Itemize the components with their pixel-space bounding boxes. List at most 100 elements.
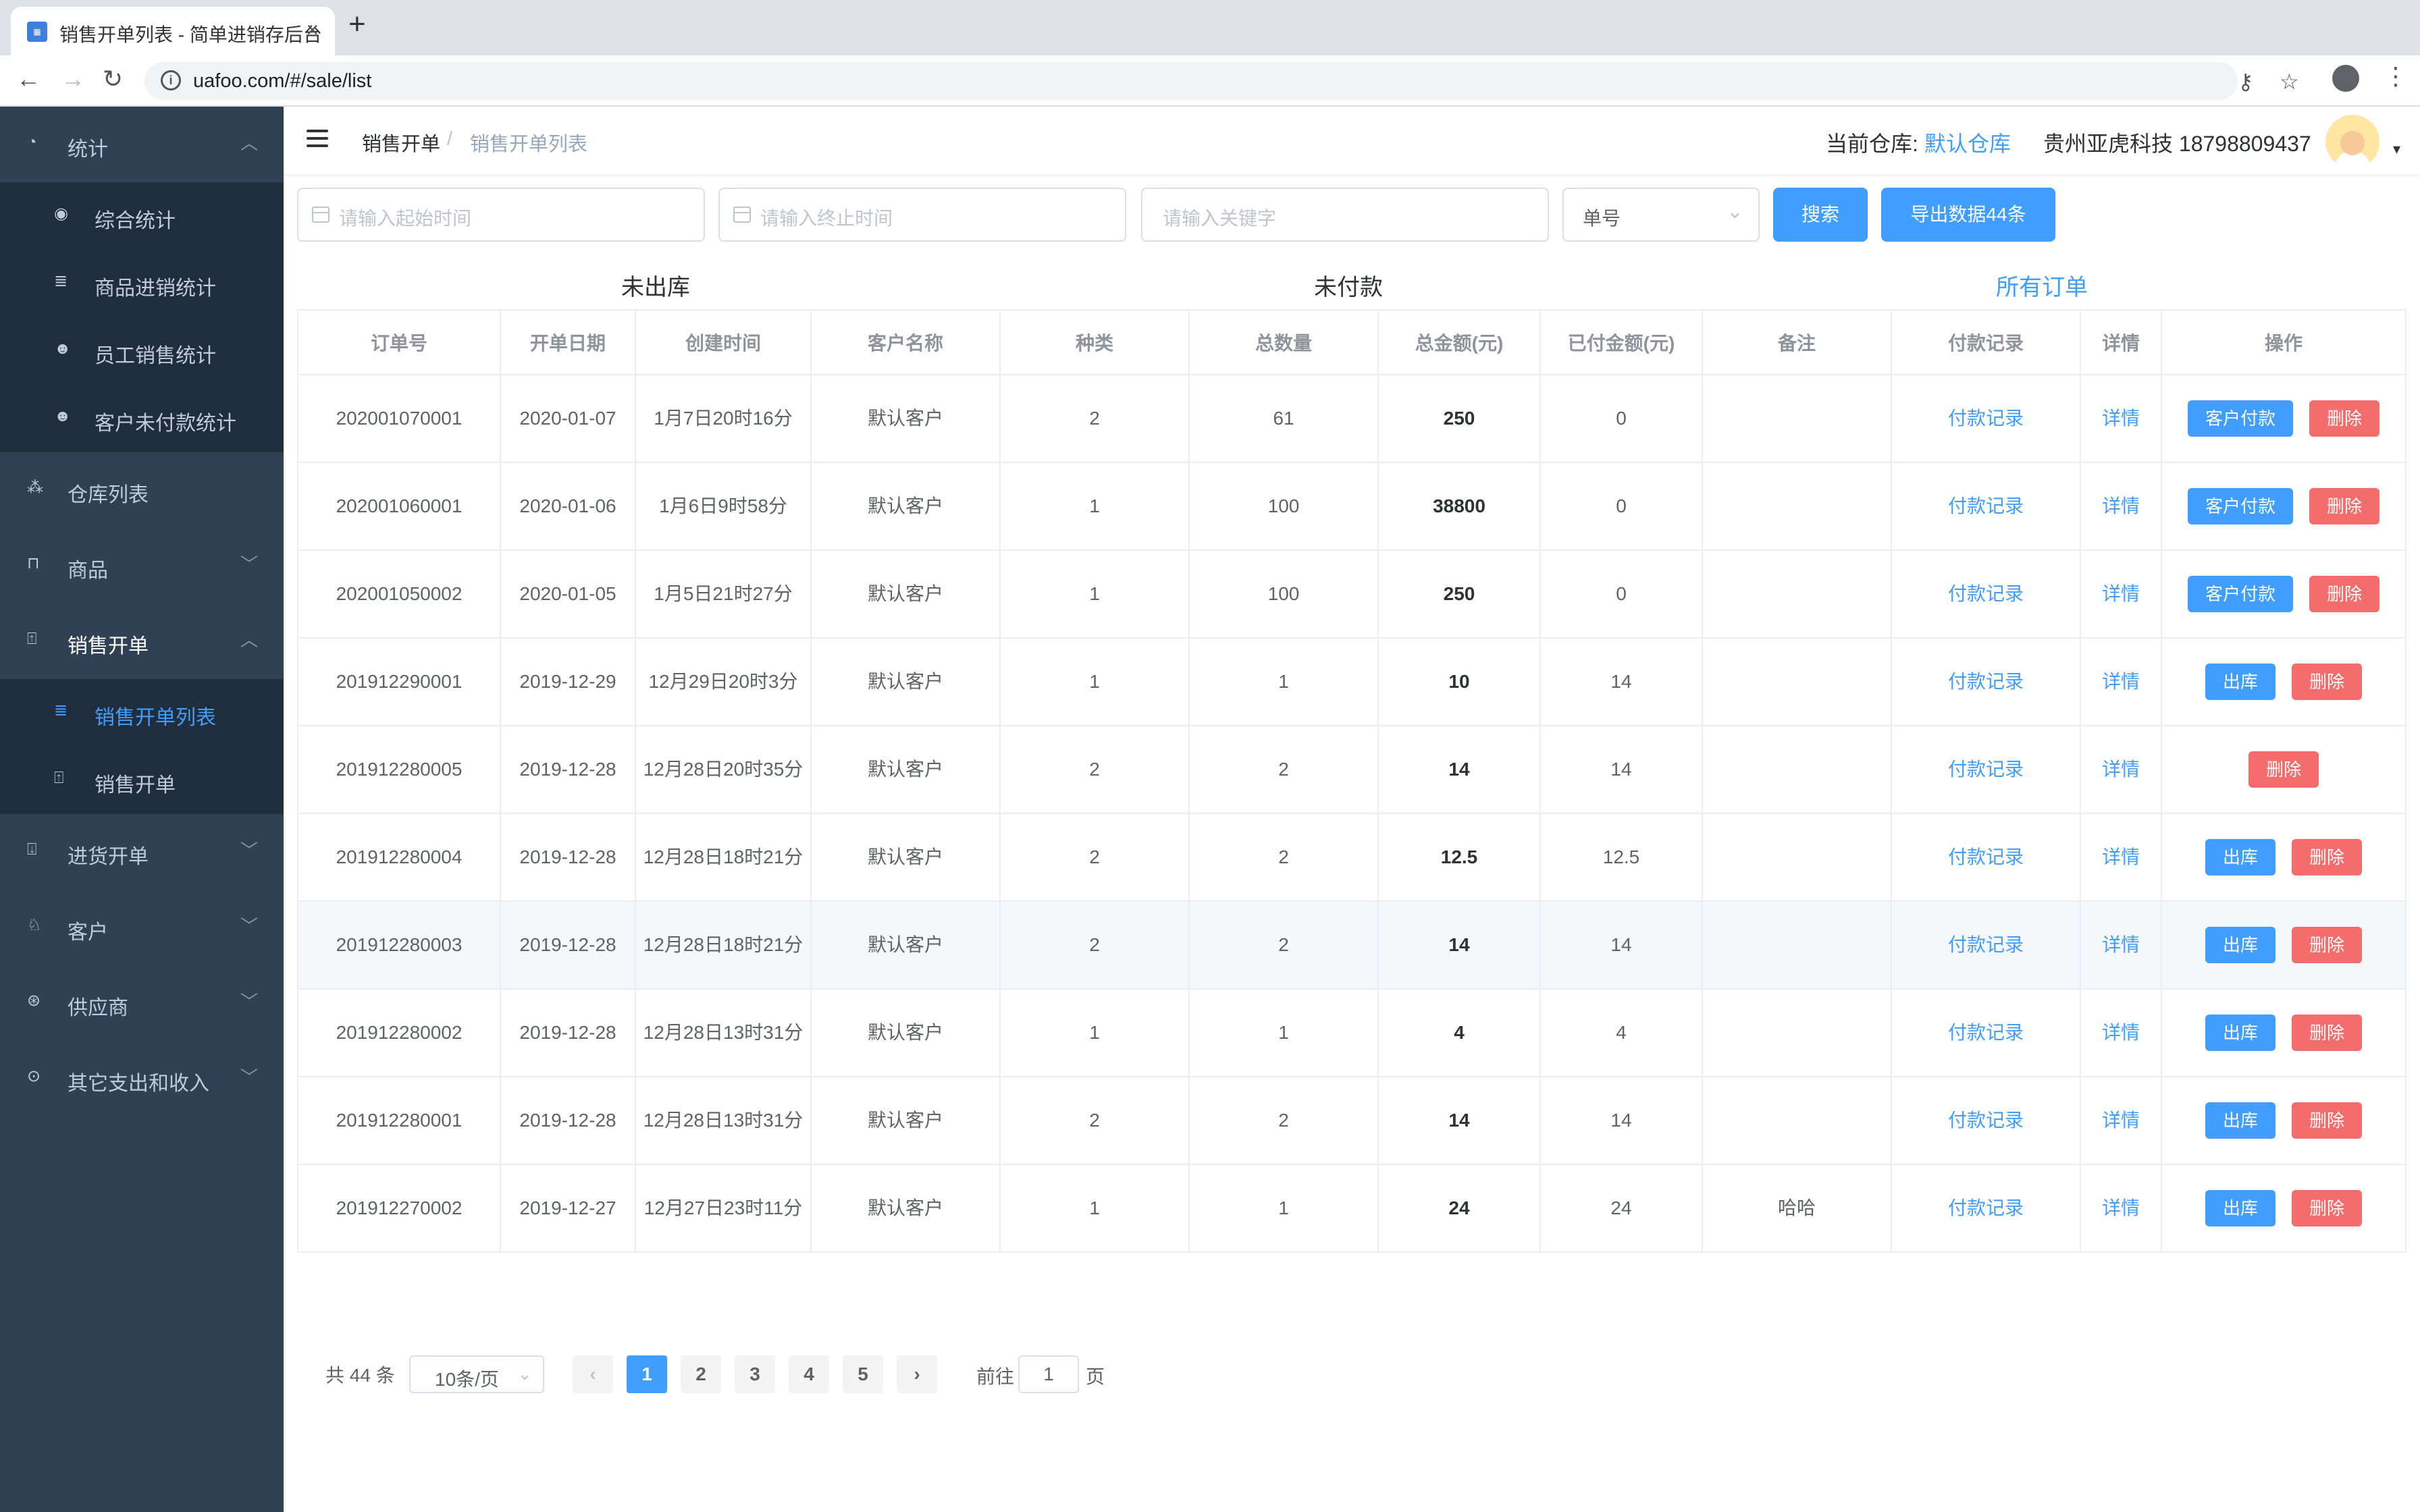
account-icon[interactable] — [2332, 65, 2359, 92]
customer-pay-button[interactable]: 客户付款 — [2187, 576, 2293, 612]
pay-records-link[interactable]: 付款记录 — [1948, 846, 2024, 867]
cell-detail: 详情 — [2080, 1076, 2162, 1165]
warehouse-link[interactable]: 默认仓库 — [1924, 127, 2011, 158]
delete-button[interactable]: 删除 — [2292, 664, 2363, 700]
export-button[interactable]: 导出数据44条 — [1881, 188, 2055, 242]
search-button[interactable]: 搜索 — [1773, 188, 1868, 242]
cell-qty: 2 — [1188, 813, 1379, 902]
start-date-input[interactable]: 请输入起始时间 — [297, 188, 705, 242]
new-tab-icon[interactable]: + — [348, 9, 366, 39]
detail-link[interactable]: 详情 — [2102, 671, 2140, 692]
info-icon[interactable]: i — [161, 70, 181, 90]
avatar[interactable] — [2325, 115, 2379, 169]
breadcrumb-sales[interactable]: 销售开单 — [362, 128, 440, 157]
pay-records-link[interactable]: 付款记录 — [1948, 934, 2024, 955]
page-5[interactable]: 5 — [843, 1355, 883, 1393]
delete-button[interactable]: 删除 — [2292, 927, 2363, 963]
cell-actions: 出库 删除 — [2161, 637, 2406, 726]
forward-icon[interactable]: → — [61, 65, 85, 93]
sidebar-item-warehouses[interactable]: ⁂ 仓库列表 — [0, 452, 284, 528]
pay-records-link[interactable]: 付款记录 — [1948, 1022, 2024, 1043]
delete-button[interactable]: 删除 — [2309, 488, 2380, 524]
close-tab-icon[interactable]: × — [306, 18, 319, 43]
reload-icon[interactable]: ↻ — [103, 65, 123, 93]
star-icon[interactable]: ☆ — [2280, 69, 2299, 94]
detail-link[interactable]: 详情 — [2102, 934, 2140, 955]
page-2[interactable]: 2 — [681, 1355, 721, 1393]
detail-link[interactable]: 详情 — [2102, 1110, 2140, 1131]
ship-button[interactable]: 出库 — [2205, 839, 2276, 875]
chevron-down-icon: ﹀ — [240, 840, 259, 861]
customer-pay-button[interactable]: 客户付款 — [2187, 400, 2293, 437]
ship-button[interactable]: 出库 — [2205, 1015, 2276, 1051]
sidebar-item-sales[interactable]: ⍐ 销售开单 ︿ — [0, 603, 284, 679]
sidebar-item-customers[interactable]: ♘ 客户 ﹀ — [0, 890, 284, 965]
cell-order-id: 201912280004 — [297, 813, 501, 902]
delete-button[interactable]: 删除 — [2309, 400, 2380, 437]
ship-button[interactable]: 出库 — [2205, 1102, 2276, 1139]
cell-created: 12月29日20时3分 — [635, 637, 812, 726]
delete-button[interactable]: 删除 — [2292, 1102, 2363, 1139]
cell-customer: 默认客户 — [810, 725, 1001, 814]
end-date-input[interactable]: 请输入终止时间 — [718, 188, 1126, 242]
page-4[interactable]: 4 — [789, 1355, 829, 1393]
cell-total: 250 — [1377, 374, 1541, 463]
ship-button[interactable]: 出库 — [2205, 927, 2276, 963]
pay-records-link[interactable]: 付款记录 — [1948, 1110, 2024, 1131]
url-field[interactable]: i uafoo.com/#/sale/list ⚷ ☆ — [144, 62, 2299, 100]
search-field-select[interactable]: 单号 ⌄ — [1562, 188, 1760, 242]
delete-button[interactable]: 删除 — [2309, 576, 2380, 612]
ship-button[interactable]: 出库 — [2205, 664, 2276, 700]
ship-button[interactable]: 出库 — [2205, 1190, 2276, 1226]
sidebar-item-stats[interactable]: ◔ 统计 ︿ — [0, 107, 284, 182]
tab-not-shipped[interactable]: 未出库 — [621, 269, 690, 302]
delete-button[interactable]: 删除 — [2292, 839, 2363, 875]
pay-records-link[interactable]: 付款记录 — [1948, 583, 2024, 604]
detail-link[interactable]: 详情 — [2102, 759, 2140, 780]
keyword-input[interactable]: 请输入关键字 — [1141, 188, 1549, 242]
page-size-select[interactable]: 10条/页 ⌄ — [409, 1355, 544, 1393]
sidebar-item-products[interactable]: ⊓ 商品 ﹀ — [0, 528, 284, 603]
sidebar-item-staff-stats[interactable]: ☻ 员工销售统计 — [0, 317, 284, 385]
pay-records-link[interactable]: 付款记录 — [1948, 759, 2024, 780]
sidebar-item-label: 客户 — [68, 921, 108, 944]
sidebar-item-overall-stats[interactable]: ◉ 综合统计 — [0, 182, 284, 250]
prev-page-icon[interactable]: ‹ — [573, 1355, 613, 1393]
detail-link[interactable]: 详情 — [2102, 1197, 2140, 1218]
sidebar-item-sales-list[interactable]: ≣ 销售开单列表 — [0, 679, 284, 747]
detail-link[interactable]: 详情 — [2102, 846, 2140, 867]
pay-records-link[interactable]: 付款记录 — [1948, 1197, 2024, 1218]
detail-link[interactable]: 详情 — [2102, 495, 2140, 516]
tab-all-orders[interactable]: 所有订单 — [1996, 269, 2088, 302]
sidebar-item-unpaid-stats[interactable]: ☻ 客户未付款统计 — [0, 385, 284, 452]
cell-paid: 14 — [1540, 900, 1703, 990]
pay-records-link[interactable]: 付款记录 — [1948, 408, 2024, 429]
browser-tab[interactable]: ▦ 销售开单列表 - 简单进销存后台 × — [11, 7, 335, 55]
page-1[interactable]: 1 — [627, 1355, 667, 1393]
page-3[interactable]: 3 — [735, 1355, 775, 1393]
delete-button[interactable]: 删除 — [2292, 1015, 2363, 1051]
sidebar-item-other-income[interactable]: ⊙ 其它支出和收入 ﹀ — [0, 1041, 284, 1116]
next-page-icon[interactable]: › — [897, 1355, 937, 1393]
pay-records-link[interactable]: 付款记录 — [1948, 495, 2024, 516]
sidebar-item-label: 商品 — [68, 560, 108, 582]
hamburger-icon[interactable] — [307, 130, 328, 147]
delete-button[interactable]: 删除 — [2292, 1190, 2363, 1226]
delete-button[interactable]: 删除 — [2248, 751, 2319, 788]
back-icon[interactable]: ← — [16, 65, 41, 93]
tab-unpaid[interactable]: 未付款 — [1314, 269, 1383, 302]
sidebar-item-purchases[interactable]: ⍗ 进货开单 ﹀ — [0, 814, 284, 890]
detail-link[interactable]: 详情 — [2102, 408, 2140, 429]
detail-link[interactable]: 详情 — [2102, 1022, 2140, 1043]
customer-pay-button[interactable]: 客户付款 — [2187, 488, 2293, 524]
key-icon[interactable]: ⚷ — [2238, 69, 2253, 94]
detail-link[interactable]: 详情 — [2102, 583, 2140, 604]
cell-note — [1702, 900, 1892, 990]
sidebar-item-new-sale[interactable]: ⍐ 销售开单 — [0, 747, 284, 814]
goto-page-input[interactable]: 1 — [1018, 1355, 1079, 1393]
caret-down-icon[interactable]: ▾ — [2393, 140, 2400, 158]
pay-records-link[interactable]: 付款记录 — [1948, 671, 2024, 692]
sidebar-item-product-stats[interactable]: ≣ 商品进销统计 — [0, 250, 284, 317]
browser-menu-icon[interactable]: ⋮ — [2384, 62, 2408, 90]
sidebar-item-suppliers[interactable]: ⊛ 供应商 ﹀ — [0, 965, 284, 1041]
